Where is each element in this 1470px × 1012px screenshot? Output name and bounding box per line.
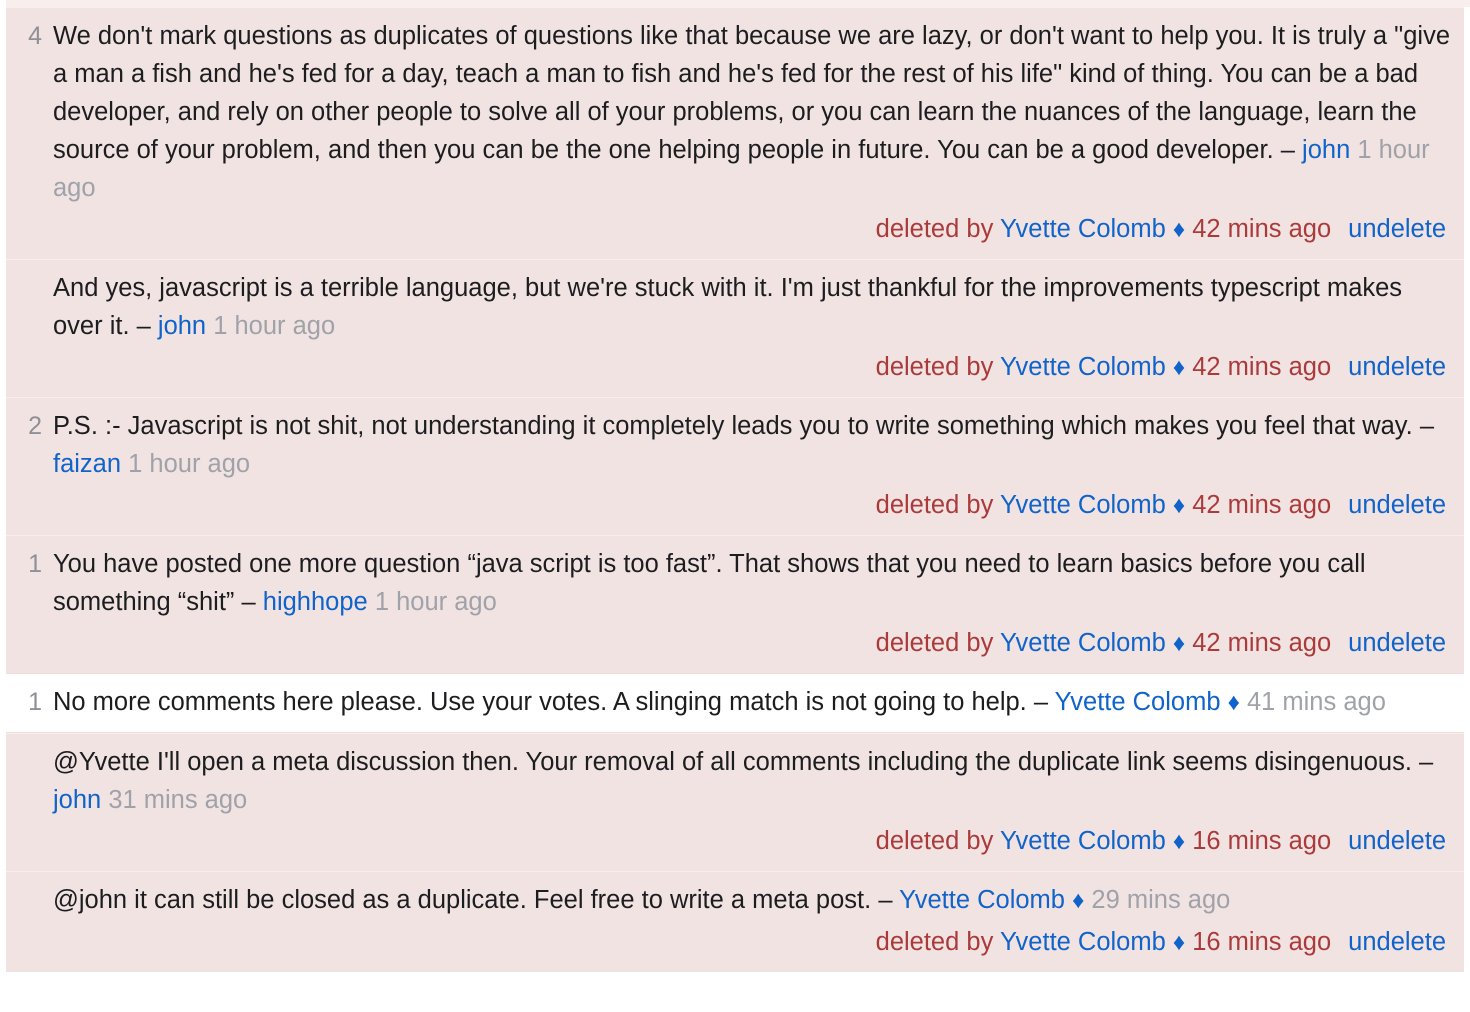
undelete-link[interactable]: undelete <box>1348 827 1446 855</box>
deleted-by-line: deleted by Yvette Colomb ♦ 16 mins ago un… <box>53 923 1454 962</box>
author-dash: – <box>1419 412 1435 440</box>
deleted-comment-row: @john it can still be closed as a duplic… <box>6 871 1464 972</box>
comment-timestamp[interactable]: 1 hour ago <box>213 312 335 340</box>
comment-author-link[interactable]: john <box>158 312 206 340</box>
deleted-by-label: deleted by <box>875 928 994 956</box>
comment-body: P.S. :- Javascript is not shit, not unde… <box>42 407 1456 525</box>
comment-timestamp[interactable]: 1 hour ago <box>128 450 250 478</box>
deleted-by-line: deleted by Yvette Colomb ♦ 16 mins ago un… <box>53 822 1454 861</box>
deleted-by-user-link[interactable]: Yvette Colomb <box>1000 629 1166 657</box>
comment-timestamp[interactable]: 1 hour ago <box>375 588 497 616</box>
deleted-by-label: deleted by <box>875 215 994 243</box>
comment-text-line: And yes, javascript is a terrible langua… <box>53 269 1454 345</box>
comment-copy: P.S. :- Javascript is not shit, not unde… <box>53 412 1413 440</box>
deleted-comment-row: And yes, javascript is a terrible langua… <box>6 259 1464 397</box>
comment-score: 4 <box>28 22 42 50</box>
moderator-diamond-icon: ♦ <box>1172 492 1186 519</box>
comment-author-link[interactable]: john <box>1302 136 1350 164</box>
comment-list: 4 We don't mark questions as duplicates o… <box>0 7 1470 972</box>
comment-score: 2 <box>28 412 42 440</box>
deleted-by-label: deleted by <box>875 629 994 657</box>
comment-body: You have posted one more question “java … <box>42 545 1456 663</box>
deleted-by-label: deleted by <box>875 491 994 519</box>
moderator-diamond-icon: ♦ <box>1172 216 1186 243</box>
comment-score: 1 <box>28 550 42 578</box>
deleted-by-line: deleted by Yvette Colomb ♦ 42 mins ago un… <box>53 624 1454 663</box>
comment-body: No more comments here please. Use your v… <box>42 683 1456 722</box>
deleted-comment-row: 1 You have posted one more question “java… <box>6 535 1464 673</box>
undelete-link[interactable]: undelete <box>1348 928 1446 956</box>
comment-copy: @john it can still be closed as a duplic… <box>53 886 872 914</box>
comment-author-link[interactable]: Yvette Colomb <box>1055 688 1221 716</box>
deleted-comment-row: @Yvette I'll open a meta discussion then… <box>6 733 1464 871</box>
deleted-by-line: deleted by Yvette Colomb ♦ 42 mins ago un… <box>53 210 1454 249</box>
deleted-by-user-link[interactable]: Yvette Colomb <box>1000 928 1166 956</box>
comment-timestamp[interactable]: 31 mins ago <box>108 786 247 814</box>
comment-text-line: @Yvette I'll open a meta discussion then… <box>53 743 1454 819</box>
comment-body: @john it can still be closed as a duplic… <box>42 881 1456 962</box>
comment-author-link[interactable]: john <box>53 786 101 814</box>
author-dash: – <box>241 588 256 616</box>
comment-row: 1 No more comments here please. Use your … <box>6 673 1464 733</box>
deleted-timestamp: 16 mins ago <box>1192 827 1332 855</box>
author-dash: – <box>1419 748 1434 776</box>
comment-text-line: No more comments here please. Use your v… <box>53 683 1454 722</box>
comment-timestamp[interactable]: 41 mins ago <box>1247 688 1386 716</box>
author-dash: – <box>136 312 151 340</box>
deleted-by-user-link[interactable]: Yvette Colomb <box>1000 215 1166 243</box>
moderator-diamond-icon: ♦ <box>1172 828 1186 855</box>
author-dash: – <box>1033 688 1049 716</box>
comment-author-link[interactable]: highhope <box>263 588 368 616</box>
deleted-by-line: deleted by Yvette Colomb ♦ 42 mins ago un… <box>53 348 1454 387</box>
comment-copy: No more comments here please. Use your v… <box>53 688 1027 716</box>
comment-score: 1 <box>28 688 42 716</box>
deleted-by-user-link[interactable]: Yvette Colomb <box>1000 353 1166 381</box>
deleted-comment-row: 4 We don't mark questions as duplicates o… <box>6 7 1464 259</box>
deleted-by-user-link[interactable]: Yvette Colomb <box>1000 827 1166 855</box>
comment-body: We don't mark questions as duplicates of… <box>42 17 1456 249</box>
undelete-link[interactable]: undelete <box>1348 491 1446 519</box>
comment-body: And yes, javascript is a terrible langua… <box>42 269 1456 387</box>
deleted-comment-row: 2 P.S. :- Javascript is not shit, not und… <box>6 397 1464 535</box>
comment-body: @Yvette I'll open a meta discussion then… <box>42 743 1456 861</box>
deleted-by-label: deleted by <box>875 353 994 381</box>
undelete-link[interactable]: undelete <box>1348 629 1446 657</box>
comment-text-line: @john it can still be closed as a duplic… <box>53 881 1454 920</box>
deleted-timestamp: 16 mins ago <box>1192 928 1332 956</box>
deleted-by-line: deleted by Yvette Colomb ♦ 42 mins ago un… <box>53 486 1454 525</box>
moderator-diamond-icon: ♦ <box>1172 354 1186 381</box>
author-dash: – <box>878 886 893 914</box>
comment-author-link[interactable]: Yvette Colomb <box>899 886 1065 914</box>
deleted-timestamp: 42 mins ago <box>1192 629 1332 657</box>
comment-text-line: We don't mark questions as duplicates of… <box>53 17 1454 207</box>
deleted-timestamp: 42 mins ago <box>1192 215 1332 243</box>
comment-author-link[interactable]: faizan <box>53 450 121 478</box>
comment-timestamp[interactable]: 29 mins ago <box>1091 886 1230 914</box>
moderator-diamond-icon: ♦ <box>1227 689 1240 716</box>
deleted-by-user-link[interactable]: Yvette Colomb <box>1000 491 1166 519</box>
comment-text-line: P.S. :- Javascript is not shit, not unde… <box>53 407 1454 483</box>
deleted-timestamp: 42 mins ago <box>1192 353 1332 381</box>
deleted-timestamp: 42 mins ago <box>1192 491 1332 519</box>
undelete-link[interactable]: undelete <box>1348 215 1446 243</box>
deleted-by-label: deleted by <box>875 827 994 855</box>
moderator-diamond-icon: ♦ <box>1172 630 1186 657</box>
author-dash: – <box>1280 136 1295 164</box>
undelete-link[interactable]: undelete <box>1348 353 1446 381</box>
comment-copy: @Yvette I'll open a meta discussion then… <box>53 748 1412 776</box>
top-divider-strip <box>6 0 1470 7</box>
comment-text-line: You have posted one more question “java … <box>53 545 1454 621</box>
comment-copy: We don't mark questions as duplicates of… <box>53 22 1451 164</box>
moderator-diamond-icon: ♦ <box>1172 929 1186 956</box>
moderator-diamond-icon: ♦ <box>1072 887 1085 914</box>
